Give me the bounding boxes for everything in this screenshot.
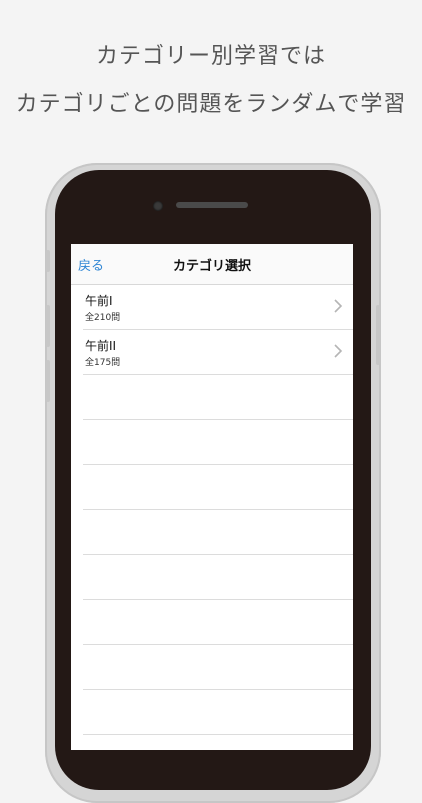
empty-row — [83, 645, 353, 690]
phone-screen: 戻る カテゴリ選択 午前I 全210問 午前II 全175問 — [71, 244, 353, 750]
caption-line-2: カテゴリごとの問題をランダムで学習 — [15, 92, 407, 117]
empty-row — [83, 690, 353, 735]
nav-title: カテゴリ選択 — [172, 259, 251, 274]
empty-row — [83, 555, 353, 600]
category-count: 全210問 — [85, 313, 121, 323]
earpiece-speaker — [176, 202, 248, 208]
category-title: 午前II — [85, 339, 117, 353]
category-row-gozen-2[interactable]: 午前II 全175問 — [83, 330, 353, 375]
mute-switch — [46, 250, 50, 272]
category-row-gozen-1[interactable]: 午前I 全210問 — [83, 285, 353, 330]
volume-up-button — [46, 305, 50, 347]
chevron-right-icon — [334, 344, 343, 358]
category-count: 全175問 — [85, 358, 121, 368]
power-button — [376, 305, 380, 365]
empty-row — [83, 600, 353, 645]
navigation-bar: 戻る カテゴリ選択 — [71, 244, 353, 285]
empty-row — [83, 465, 353, 510]
category-title: 午前I — [85, 294, 113, 308]
empty-row — [83, 735, 353, 750]
volume-down-button — [46, 360, 50, 402]
empty-row — [83, 375, 353, 420]
chevron-right-icon — [334, 299, 343, 313]
caption-line-1: カテゴリー別学習では — [95, 44, 326, 69]
empty-row — [83, 420, 353, 465]
front-camera — [153, 201, 163, 211]
empty-row — [83, 510, 353, 555]
